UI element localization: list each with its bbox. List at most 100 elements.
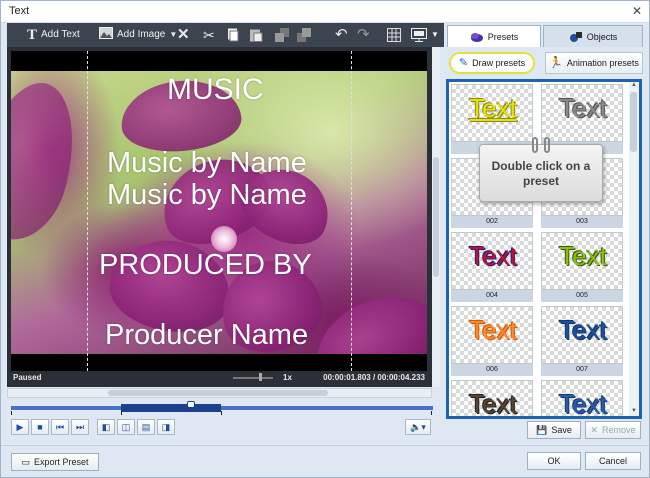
add-text-button[interactable]: T Add Text	[27, 26, 80, 44]
preset-sample-text: Text	[469, 315, 517, 345]
next-icon[interactable]: ⏭	[71, 419, 89, 435]
speed-slider[interactable]	[233, 377, 273, 379]
preset-label: 004	[451, 290, 533, 302]
cancel-button[interactable]: Cancel	[585, 452, 641, 470]
preset-thumbnail: Text	[541, 84, 623, 142]
preset-scrollbar[interactable]: ▲ ▼	[629, 82, 639, 416]
timeline-track[interactable]	[11, 401, 433, 415]
add-text-label: Add Text	[41, 29, 80, 40]
time-readout: 00:00:01.803 / 00:00:04.233	[323, 373, 425, 382]
send-backward-icon[interactable]	[297, 26, 311, 44]
text-editor-window: Text ✕ T Add Text Add Image ▼ ✕ ✂ ↶ ↷ ▼ …	[0, 0, 650, 478]
add-image-label: Add Image	[117, 29, 166, 40]
playback-status-bar: Paused 1x 00:00:01.803 / 00:00:04.233	[11, 371, 427, 385]
preset-mode-buttons: ✎ Draw presets 🏃 Animation presets	[447, 49, 647, 75]
overlay-line-1[interactable]: MUSIC	[167, 73, 264, 107]
align-both-icon[interactable]: ▤	[137, 419, 155, 435]
canvas-area: MUSIC Music by Name Music by Name PRODUC…	[7, 47, 432, 387]
export-icon: ▭	[21, 457, 30, 467]
preset-sample-text: Text	[559, 389, 607, 419]
editor-toolbar: T Add Text Add Image ▼ ✕ ✂ ↶ ↷ ▼	[7, 23, 444, 47]
tab-objects-label: Objects	[586, 31, 618, 42]
canvas-horizontal-scrollbar[interactable]	[7, 388, 432, 398]
align-center-icon[interactable]: ◫	[117, 419, 135, 435]
presets-icon	[470, 32, 483, 42]
cut-icon[interactable]: ✂	[203, 26, 215, 44]
preset-item[interactable]: Text 004	[451, 232, 533, 302]
align-right-icon[interactable]: ◨	[157, 419, 175, 435]
copy-icon[interactable]	[227, 26, 239, 44]
preset-label: 005	[541, 290, 623, 302]
preset-sample-text: Text	[559, 93, 607, 123]
monitor-chevron-icon[interactable]: ▼	[431, 26, 439, 44]
delete-icon[interactable]: ✕	[177, 26, 190, 44]
speed-slider-thumb[interactable]	[259, 373, 262, 381]
preset-item[interactable]: Text 005	[541, 232, 623, 302]
transport-controls: ▶ ■ ⏮ ⏭ ◧ ◫ ▤ ◨	[11, 419, 175, 437]
preset-thumbnail: Text	[451, 84, 533, 142]
preset-item[interactable]: Text	[451, 380, 533, 419]
bring-forward-icon[interactable]	[275, 26, 289, 44]
preset-sample-text: Text	[469, 241, 517, 271]
preset-thumbnail: Text	[541, 306, 623, 364]
stop-icon[interactable]: ■	[31, 419, 49, 435]
preset-gallery: TextTextT002t003Text004Text005Text006Tex…	[446, 79, 642, 419]
export-preset-button[interactable]: ▭ Export Preset	[11, 453, 99, 471]
remove-button[interactable]: ✕ Remove	[585, 421, 641, 439]
text-icon: T	[27, 27, 38, 43]
paste-icon[interactable]	[249, 26, 263, 44]
preset-label: 002	[451, 216, 533, 228]
overlay-line-3[interactable]: Music by Name	[107, 179, 307, 212]
paper-clip-icon-2	[544, 137, 550, 153]
preset-item[interactable]: Text	[541, 380, 623, 419]
paper-clip-icon	[532, 137, 538, 153]
preview-stage[interactable]: MUSIC Music by Name Music by Name PRODUC…	[11, 51, 427, 371]
animation-presets-button[interactable]: 🏃 Animation presets	[545, 52, 643, 74]
undo-icon[interactable]: ↶	[335, 26, 348, 44]
preset-thumbnail: Text	[541, 380, 623, 419]
save-button[interactable]: 💾 Save	[527, 421, 581, 439]
previous-icon[interactable]: ⏮	[51, 419, 69, 435]
tab-objects[interactable]: Objects	[543, 25, 643, 47]
left-safe-guide	[87, 51, 88, 371]
redo-icon[interactable]: ↷	[357, 26, 370, 44]
preset-item[interactable]: Text 006	[451, 306, 533, 376]
playhead[interactable]	[187, 401, 195, 408]
preset-thumbnail: Text	[451, 232, 533, 290]
preset-label: 003	[541, 216, 623, 228]
preset-item[interactable]: Text 007	[541, 306, 623, 376]
close-icon[interactable]: ✕	[627, 2, 647, 20]
preset-label: 006	[451, 364, 533, 376]
overlay-line-5[interactable]: Producer Name	[105, 319, 308, 352]
preset-thumbnail: Text	[451, 380, 533, 419]
timeline-selection[interactable]	[121, 404, 221, 412]
panel-tabs: Presets Objects	[447, 23, 647, 47]
right-safe-guide	[351, 51, 352, 371]
overlay-line-2[interactable]: Music by Name	[107, 147, 307, 180]
play-icon[interactable]: ▶	[11, 419, 29, 435]
add-image-button[interactable]: Add Image ▼	[99, 26, 177, 44]
grid-icon[interactable]	[387, 26, 401, 44]
orchid-photo	[11, 71, 427, 354]
window-title: Text	[9, 5, 30, 17]
canvas-vertical-scrollbar[interactable]	[432, 47, 440, 387]
align-left-icon[interactable]: ◧	[97, 419, 115, 435]
preset-label: 007	[541, 364, 623, 376]
hint-text: Double click on a preset	[491, 159, 591, 188]
monitor-icon[interactable]: ▼	[411, 26, 439, 44]
draw-presets-label: Draw presets	[472, 58, 526, 68]
overlay-line-4[interactable]: PRODUCED BY	[99, 249, 312, 282]
preset-sample-text: Text	[469, 389, 517, 419]
floppy-icon: 💾	[536, 425, 548, 435]
tab-presets[interactable]: Presets	[447, 25, 541, 47]
draw-presets-button[interactable]: ✎ Draw presets	[449, 52, 535, 74]
ok-button[interactable]: OK	[527, 452, 581, 470]
volume-icon[interactable]: 🔈▾	[405, 419, 431, 435]
speed-value: 1x	[283, 373, 292, 382]
preset-sample-text: Text	[559, 241, 607, 271]
hint-tooltip: Double click on a preset	[479, 137, 603, 202]
playback-state: Paused	[13, 373, 42, 382]
image-icon	[99, 26, 113, 44]
cancel-label: Cancel	[598, 456, 627, 466]
ok-label: OK	[547, 456, 561, 466]
